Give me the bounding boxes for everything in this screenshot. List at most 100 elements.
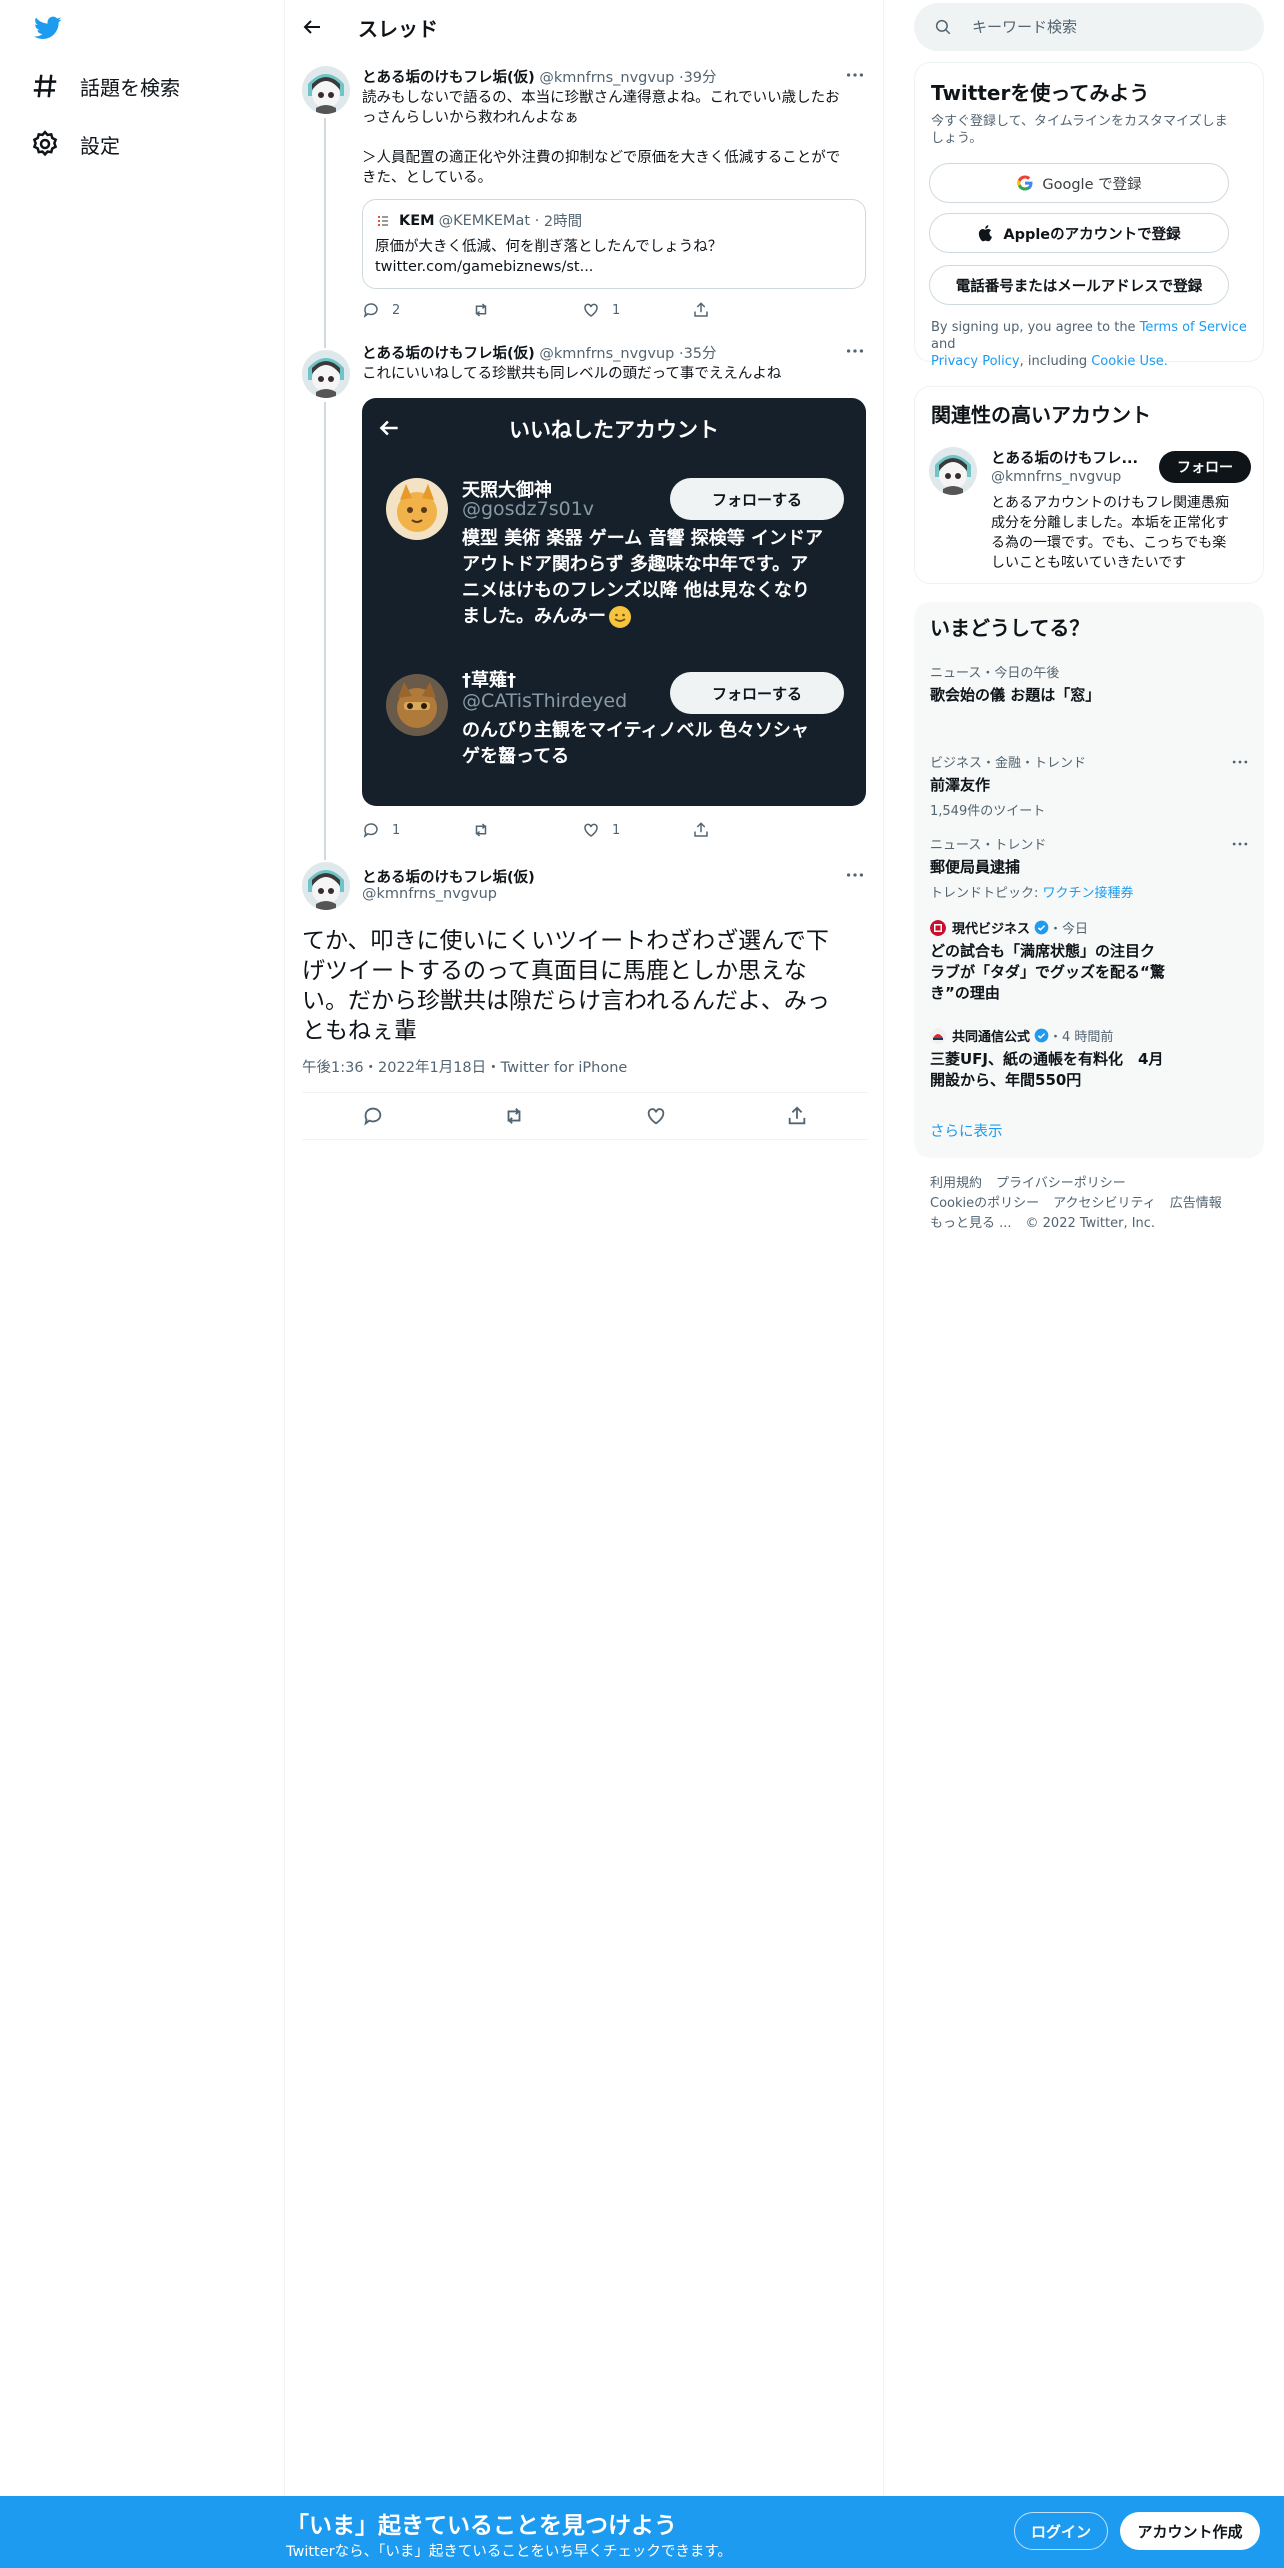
privacy-policy-link[interactable]: Privacy Policy: [931, 354, 1020, 369]
signup-card-title: Twitterを使ってみよう: [931, 81, 1150, 105]
login-button[interactable]: ログイン: [1014, 2512, 1108, 2550]
follow-button[interactable]: フォロー: [1159, 451, 1251, 483]
news-title-line: ラブが「タダ」でグッズを配る“驚: [930, 963, 1165, 981]
trend-item[interactable]: ニュース・トレンド 郵便局員逮捕 トレンドトピック: ワクチン接種券: [930, 834, 1250, 901]
footer-link[interactable]: 利用規約: [930, 1176, 982, 1191]
reply-button[interactable]: 2: [362, 298, 472, 322]
more-options-icon[interactable]: [1230, 752, 1250, 772]
retweet-icon: [475, 823, 487, 837]
quote-text-line: 原価が大きく低減、何を削ぎ落としたんでしょうね？: [375, 239, 723, 255]
avatar: [386, 674, 448, 736]
tweet-header: とある垢のけもフレ垢(仮) @kmnfrns_nvgvup ·35分: [362, 342, 717, 363]
tweet-author-name[interactable]: とある垢のけもフレ垢(仮): [362, 866, 535, 887]
phone-email-signup-button[interactable]: 電話番号またはメールアドレスで登録: [929, 265, 1229, 305]
account-name: †草薙†: [462, 670, 516, 691]
tweet-time[interactable]: 35分: [684, 346, 717, 362]
show-more-link[interactable]: さらに表示: [930, 1120, 1003, 1141]
more-options-icon[interactable]: [844, 64, 866, 86]
footer-link[interactable]: プライバシーポリシー: [996, 1176, 1126, 1191]
cookie-use-link[interactable]: Cookie Use.: [1091, 354, 1168, 369]
news-source-name: 共同通信公式: [952, 1030, 1031, 1045]
reply-button[interactable]: 1: [362, 818, 472, 842]
trend-topic-link[interactable]: ワクチン接種券: [1043, 886, 1134, 901]
back-arrow-icon[interactable]: [300, 15, 324, 39]
news-time: ・今日: [1049, 922, 1089, 937]
apple-signup-label: Appleのアカウントで登録: [1003, 226, 1181, 243]
footer-link[interactable]: Cookieのポリシー: [930, 1196, 1039, 1211]
more-options-icon[interactable]: [1230, 834, 1250, 854]
trend-title: 歌会始の儀 お題は「窓」: [930, 686, 1101, 704]
retweet-icon[interactable]: [503, 1105, 525, 1127]
twitter-logo-icon[interactable]: [32, 14, 64, 42]
avatar[interactable]: [302, 862, 350, 910]
news-title: どの試合も「満席状態」の注目ク ラブが「タダ」でグッズを配る“驚 き”の理由: [930, 941, 1250, 1004]
news-source: 共同通信公式 ・4 時間前: [930, 1026, 1250, 1045]
search-box[interactable]: [914, 3, 1264, 51]
news-item[interactable]: 共同通信公式 ・4 時間前 三菱UFJ、紙の通帳を有料化 4月 開設から、年間5…: [930, 1026, 1250, 1091]
heart-icon[interactable]: [645, 1105, 667, 1127]
tweet-author-name[interactable]: とある垢のけもフレ垢(仮): [362, 70, 535, 86]
reply-icon[interactable]: [362, 1105, 384, 1127]
follow-button: フォローする: [670, 672, 844, 714]
footer-links: 利用規約 プライバシーポリシー Cookieのポリシー アクセシビリティ 広告情報 も…: [930, 1174, 1260, 1234]
quote-link[interactable]: twitter.com/gamebiznews/st...: [375, 257, 853, 277]
more-options-icon[interactable]: [844, 340, 866, 362]
news-source-logo-icon: [930, 1027, 946, 1044]
trend-item[interactable]: ニュース・今日の午後 歌会始の儀 お題は「窓」: [930, 662, 1250, 706]
trend-item[interactable]: ビジネス・金融・トレンド 前澤友作 1,549件のツイート: [930, 752, 1250, 819]
tweet-text-blank: [362, 128, 862, 148]
footer-link[interactable]: アクセシビリティ: [1053, 1196, 1156, 1211]
quote-author-handle: @KEMKEMat: [438, 212, 531, 229]
bio-line-row: ました。みんみー: [462, 604, 842, 630]
trend-topic-label: トレンドトピック:: [930, 886, 1043, 901]
subtitle-line: 今すぐ登録して、タイムラインをカスタマイズしま: [931, 114, 1228, 129]
tweet-text: 読みもしないで語るの、本当に珍獣さん達得意よね。これでいい歳したお っさんらしい…: [362, 88, 862, 188]
tweet-author-name[interactable]: とある垢のけもフレ垢(仮): [362, 346, 535, 362]
smiley-emoji-icon: [609, 606, 631, 628]
retweet-button[interactable]: [472, 298, 582, 322]
avatar[interactable]: [302, 350, 350, 398]
signup-banner: 「いま」起きていることを見つけよう Twitterなら、「いま」起きていることを…: [0, 2496, 1284, 2568]
footer-link[interactable]: もっと見る ...: [930, 1216, 1012, 1231]
tweet-text-line: ＞人員配置の適正化や外注費の抑制などで原価を大きく低減することがで: [362, 150, 841, 166]
like-button[interactable]: 1: [582, 818, 692, 842]
account-bio: のんびり主観をマイティノベル 色々ソシャ ゲを齧ってる: [462, 718, 842, 770]
share-button[interactable]: [692, 818, 802, 842]
more-options-icon[interactable]: [844, 864, 866, 886]
related-account-name[interactable]: とある垢のけもフレ...: [991, 447, 1138, 468]
subtitle-line: しょう。: [931, 131, 983, 146]
like-button[interactable]: 1: [582, 298, 692, 322]
terms-of-service-link[interactable]: Terms of Service: [1140, 320, 1247, 335]
trend-category: ニュース・トレンド: [930, 838, 1047, 853]
search-input[interactable]: [972, 18, 1232, 36]
share-button[interactable]: [692, 298, 802, 322]
related-account-handle: @kmnfrns_nvgvup: [991, 469, 1122, 485]
reply-icon: [363, 303, 378, 318]
tweet-timestamp[interactable]: 午後1:36・2022年1月18日・Twitter for iPhone: [302, 1056, 627, 1077]
create-account-button[interactable]: アカウント作成: [1120, 2512, 1260, 2550]
bio-line: 成分を分離しました。本垢を正常化す: [991, 515, 1229, 531]
share-icon[interactable]: [786, 1105, 808, 1127]
quote-time-separator: ·: [530, 212, 544, 229]
image-title: いいねしたアカウント: [509, 418, 719, 442]
trend-tweet-count: 1,549件のツイート: [930, 804, 1046, 819]
bio-line: アウトドア関わらず 多趣味な中年です。ア: [462, 554, 809, 575]
avatar[interactable]: [929, 447, 977, 495]
tweet-image[interactable]: いいねしたアカウント 天照大御神 @gosdz7s01v フォローする 模型 美…: [362, 398, 866, 806]
tweet[interactable]: とある垢のけもフレ垢(仮) @kmnfrns_nvgvup ·39分 読みもしな…: [286, 54, 884, 338]
retweet-button[interactable]: [472, 818, 582, 842]
quote-tweet[interactable]: KEM @KEMKEMat · 2時間 原価が大きく低減、何を削ぎ落としたんでし…: [362, 199, 866, 289]
avatar[interactable]: [302, 66, 350, 114]
news-item[interactable]: 現代ビジネス ・今日 どの試合も「満席状態」の注目ク ラブが「タダ」でグッズを配…: [930, 918, 1250, 1004]
tweet-text-line: きた、としている。: [362, 170, 493, 186]
tweet-actions: 1 1: [362, 818, 802, 842]
google-signup-button[interactable]: Google で登録: [929, 163, 1229, 203]
tweet-author-handle[interactable]: @kmnfrns_nvgvup: [362, 886, 497, 902]
page-title: スレッド: [358, 16, 438, 41]
tweet-time[interactable]: 39分: [684, 70, 717, 86]
tweet-text: これにいいねしてる珍獣共も同レベルの頭だって事でええんよね: [362, 366, 782, 382]
apple-signup-button[interactable]: Appleのアカウントで登録: [929, 213, 1229, 253]
footer-link[interactable]: 広告情報: [1170, 1196, 1222, 1211]
nav-item-settings[interactable]: 設定: [30, 122, 120, 166]
nav-item-explore[interactable]: 話題を検索: [30, 64, 180, 108]
